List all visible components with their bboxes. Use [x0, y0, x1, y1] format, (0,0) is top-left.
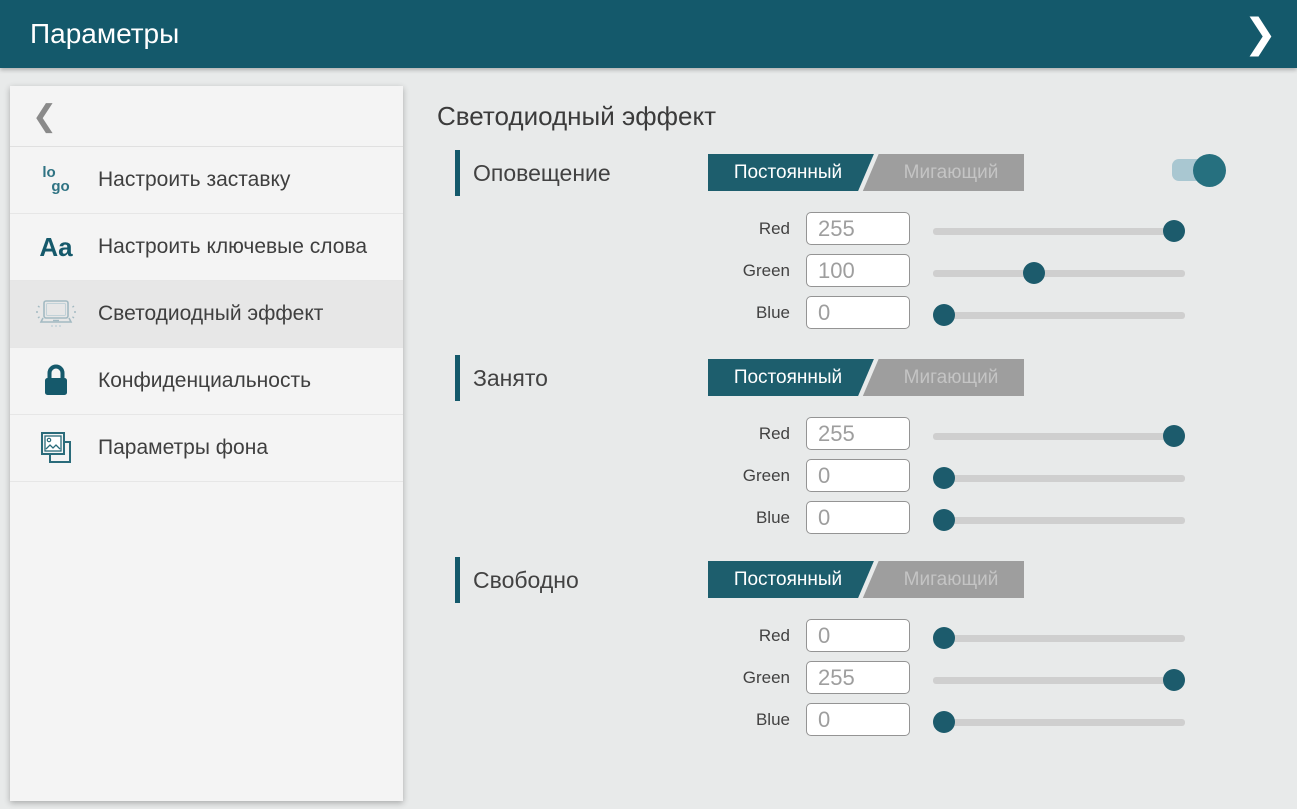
channel-label: Red [637, 619, 790, 653]
sidebar-item-label: Настроить заставку [86, 155, 324, 205]
channel-row-green: Green [437, 254, 1297, 288]
channel-value-input[interactable] [806, 417, 910, 450]
channel-label: Green [637, 661, 790, 695]
slider-thumb[interactable] [933, 627, 955, 649]
channel-row-blue: Blue [437, 296, 1297, 330]
channel-value-input[interactable] [806, 296, 910, 329]
settings-sidebar: ❮ lo go Настроить заставку Aa Настроить … [10, 86, 403, 801]
panel-title: Светодиодный эффект [437, 101, 716, 132]
app-header: Параметры ❯ [0, 0, 1297, 68]
mode-blinking-label: Мигающий [878, 561, 1024, 598]
sidebar-item-label: Параметры фона [86, 423, 302, 473]
toggle-thumb[interactable] [1193, 154, 1226, 187]
section-accent-bar [455, 557, 460, 603]
sidebar-item-label: Конфиденциальность [86, 356, 345, 406]
mode-segmented-control[interactable]: Постоянный Мигающий [708, 561, 1024, 598]
channel-label: Red [637, 417, 790, 451]
channel-label: Green [637, 254, 790, 288]
led-effect-panel: Светодиодный эффект Оповещение Постоянны… [437, 68, 1297, 809]
channel-label: Green [637, 459, 790, 493]
slider-thumb[interactable] [1163, 220, 1185, 242]
sidebar-item-screensaver[interactable]: lo go Настроить заставку [10, 147, 403, 214]
power-toggle[interactable] [1172, 159, 1228, 193]
channel-value-input[interactable] [806, 619, 910, 652]
sidebar-item-label: Светодиодный эффект [86, 289, 357, 339]
mode-constant-label: Постоянный [708, 359, 868, 396]
section-name: Свободно [473, 557, 579, 603]
channel-value-input[interactable] [806, 254, 910, 287]
images-icon [26, 429, 86, 467]
channel-row-green: Green [437, 661, 1297, 695]
slider-track [933, 719, 1185, 726]
slider-track [933, 475, 1185, 482]
slider-track [933, 312, 1185, 319]
slider-track [933, 433, 1185, 440]
channel-slider[interactable] [933, 509, 1185, 531]
section-notification: Оповещение Постоянный Мигающий Red Green [437, 150, 1297, 350]
channel-label: Blue [637, 703, 790, 737]
slider-track [933, 517, 1185, 524]
back-chevron-icon: ❮ [32, 99, 57, 134]
mode-constant-label: Постоянный [708, 561, 868, 598]
channel-label: Red [637, 212, 790, 246]
forward-chevron-icon[interactable]: ❯ [1243, 0, 1297, 68]
slider-track [933, 270, 1185, 277]
channel-slider[interactable] [933, 711, 1185, 733]
section-accent-bar [455, 355, 460, 401]
lock-icon [26, 362, 86, 400]
channel-label: Blue [637, 501, 790, 535]
section-free: Свободно Постоянный Мигающий Red Green [437, 557, 1297, 757]
channel-slider[interactable] [933, 425, 1185, 447]
slider-track [933, 677, 1185, 684]
logo-icon: lo go [26, 166, 86, 194]
keywords-icon: Aa [26, 232, 86, 263]
mode-segmented-control[interactable]: Постоянный Мигающий [708, 359, 1024, 396]
mode-blinking-label: Мигающий [878, 154, 1024, 191]
slider-thumb[interactable] [933, 711, 955, 733]
slider-thumb[interactable] [1163, 425, 1185, 447]
mode-blinking-label: Мигающий [878, 359, 1024, 396]
slider-thumb[interactable] [933, 467, 955, 489]
channel-slider[interactable] [933, 262, 1185, 284]
section-accent-bar [455, 150, 460, 196]
channel-value-input[interactable] [806, 212, 910, 245]
section-name: Оповещение [473, 150, 611, 196]
led-screen-icon [26, 296, 86, 332]
mode-constant-label: Постоянный [708, 154, 868, 191]
channel-row-blue: Blue [437, 501, 1297, 535]
channel-label: Blue [637, 296, 790, 330]
channel-slider[interactable] [933, 669, 1185, 691]
sidebar-item-keywords[interactable]: Aa Настроить ключевые слова [10, 214, 403, 281]
sidebar-item-led-effect[interactable]: Светодиодный эффект [10, 281, 403, 348]
channel-row-green: Green [437, 459, 1297, 493]
channel-value-input[interactable] [806, 661, 910, 694]
channel-row-red: Red [437, 212, 1297, 246]
channel-value-input[interactable] [806, 501, 910, 534]
channel-slider[interactable] [933, 304, 1185, 326]
sidebar-item-label: Настроить ключевые слова [86, 222, 401, 272]
section-name: Занято [473, 355, 548, 401]
page-title: Параметры [0, 18, 179, 50]
channel-row-red: Red [437, 417, 1297, 451]
channel-slider[interactable] [933, 467, 1185, 489]
channel-value-input[interactable] [806, 703, 910, 736]
channel-row-blue: Blue [437, 703, 1297, 737]
slider-thumb[interactable] [1023, 262, 1045, 284]
channel-slider[interactable] [933, 220, 1185, 242]
channel-value-input[interactable] [806, 459, 910, 492]
channel-slider[interactable] [933, 627, 1185, 649]
sidebar-back-button[interactable]: ❮ [10, 86, 403, 147]
slider-track [933, 635, 1185, 642]
mode-segmented-control[interactable]: Постоянный Мигающий [708, 154, 1024, 191]
slider-thumb[interactable] [1163, 669, 1185, 691]
sidebar-item-background[interactable]: Параметры фона [10, 415, 403, 482]
slider-thumb[interactable] [933, 509, 955, 531]
sidebar-item-privacy[interactable]: Конфиденциальность [10, 348, 403, 415]
section-busy: Занято Постоянный Мигающий Red Green [437, 355, 1297, 555]
slider-track [933, 228, 1185, 235]
channel-row-red: Red [437, 619, 1297, 653]
slider-thumb[interactable] [933, 304, 955, 326]
